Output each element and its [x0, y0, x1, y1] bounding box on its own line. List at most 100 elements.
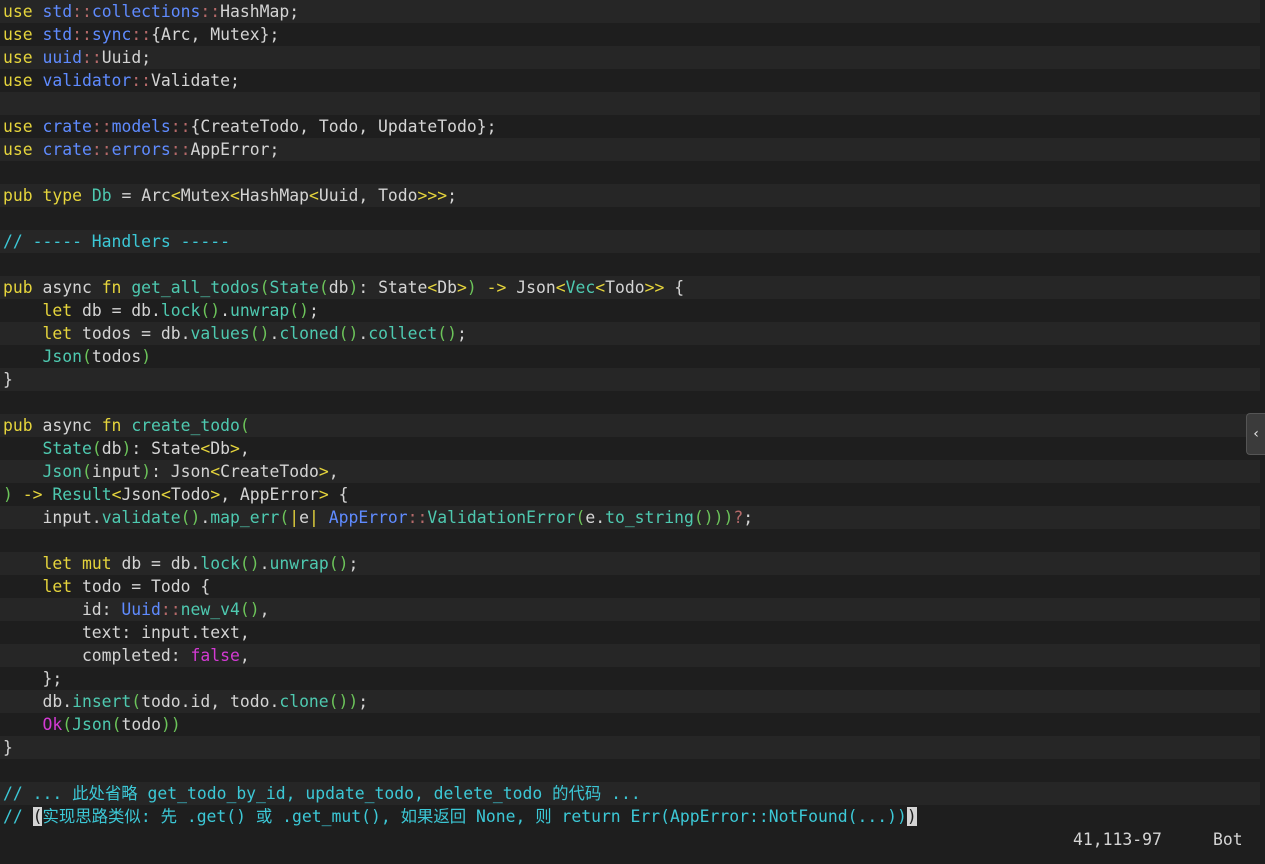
- code-token: CreateTodo: [220, 462, 319, 481]
- code-token: ->: [486, 278, 507, 297]
- code-token: Json: [72, 715, 112, 734]
- code-token: lock: [200, 554, 240, 573]
- code-token: insert: [72, 692, 132, 711]
- code-token: .: [259, 554, 270, 573]
- code-line: [0, 759, 1260, 782]
- code-token: todo.id, todo.: [141, 692, 280, 711]
- code-token: fn: [101, 278, 122, 297]
- code-token: // ... 此处省略 get_todo_by_id, update_todo,…: [3, 784, 641, 803]
- code-token: .: [220, 301, 231, 320]
- code-token: Uuid;: [101, 48, 152, 67]
- code-token: .: [200, 508, 211, 527]
- scroll-position: Bot: [1213, 830, 1243, 849]
- code-token: >>>: [417, 186, 448, 205]
- code-token: {Arc, Mutex};: [151, 25, 280, 44]
- code-token: false: [190, 646, 240, 665]
- code-token: .: [358, 324, 369, 343]
- cursor-highlight: (: [32, 807, 43, 826]
- code-token: (: [575, 508, 586, 527]
- code-token: Validate;: [151, 71, 240, 90]
- code-token: (): [249, 324, 270, 343]
- code-token: ;: [447, 186, 458, 205]
- code-token: text: input.text,: [3, 623, 250, 642]
- code-token: //: [3, 807, 33, 826]
- code-token: Todo: [605, 278, 645, 297]
- code-token: State: [269, 278, 319, 297]
- code-token: ,: [239, 646, 250, 665]
- code-line: let todo = Todo {: [0, 575, 1260, 598]
- code-token: ::: [170, 140, 191, 159]
- code-token: (): [338, 324, 359, 343]
- code-token: ::: [131, 71, 152, 90]
- code-line: [0, 391, 1260, 414]
- code-token: ): [348, 278, 359, 297]
- code-token: ::: [200, 2, 221, 21]
- code-line: [0, 207, 1260, 230]
- code-token: ): [466, 278, 477, 297]
- cursor-position: 41,113-97: [1073, 830, 1162, 849]
- code-token: ,: [259, 600, 270, 619]
- code-line: use validator::Validate;: [0, 69, 1260, 92]
- code-token: Uuid, Todo: [318, 186, 418, 205]
- code-token: create_todo: [131, 416, 240, 435]
- code-token: (: [91, 439, 102, 458]
- code-token: db = db.: [111, 554, 201, 573]
- code-token: new_v4: [180, 600, 240, 619]
- code-token: State: [42, 439, 92, 458]
- code-token: crate: [42, 140, 92, 159]
- code-token: async: [32, 278, 102, 297]
- code-line: use uuid::Uuid;: [0, 46, 1260, 69]
- code-token: ::: [81, 48, 102, 67]
- code-token: >: [230, 439, 240, 458]
- code-token: ::: [72, 25, 92, 44]
- code-token: std: [42, 25, 73, 44]
- code-token: todos: [91, 347, 142, 366]
- code-token: Ok: [42, 715, 63, 734]
- code-token: e.: [585, 508, 606, 527]
- code-token: get_all_todos: [131, 278, 260, 297]
- code-token: ): [141, 347, 152, 366]
- code-line: ) -> Result<Json<Todo>, AppError> {: [0, 483, 1260, 506]
- code-token: (): [437, 324, 458, 343]
- collapse-panel-button[interactable]: ‹: [1246, 413, 1265, 455]
- code-line: }: [0, 368, 1260, 391]
- chevron-left-icon: ‹: [1253, 426, 1259, 442]
- code-token: Db: [210, 439, 231, 458]
- code-token: ,: [328, 462, 339, 481]
- code-token: (: [259, 278, 270, 297]
- code-token: let: [42, 577, 73, 596]
- code-token: >: [210, 485, 221, 504]
- code-token: (): [328, 554, 349, 573]
- code-line: use std::collections::HashMap;: [0, 0, 1260, 23]
- code-token: errors: [111, 140, 171, 159]
- code-token: ValidationError: [427, 508, 576, 527]
- code-token: validate: [101, 508, 181, 527]
- code-line: text: input.text,: [0, 621, 1260, 644]
- code-token: (: [62, 715, 73, 734]
- code-token: use: [3, 71, 33, 90]
- code-token: ,: [239, 439, 250, 458]
- code-token: sync: [91, 25, 132, 44]
- code-token: (: [279, 508, 290, 527]
- code-token: (): [180, 508, 201, 527]
- code-token: todos = db.: [72, 324, 191, 343]
- code-token: // ----- Handlers -----: [3, 232, 230, 251]
- code-token: ::: [170, 117, 191, 136]
- code-token: db = db.: [72, 301, 161, 320]
- code-token: <: [555, 278, 566, 297]
- code-token: ): [3, 485, 13, 504]
- code-token: {: [328, 485, 349, 504]
- code-line: let todos = db.values().cloned().collect…: [0, 322, 1260, 345]
- code-editor[interactable]: use std::collections::HashMap;use std::s…: [0, 0, 1260, 828]
- code-token: Json: [42, 347, 82, 366]
- code-token: lock: [160, 301, 201, 320]
- code-token: (: [318, 278, 329, 297]
- code-token: unwrap: [230, 301, 290, 320]
- code-token: Mutex: [180, 186, 231, 205]
